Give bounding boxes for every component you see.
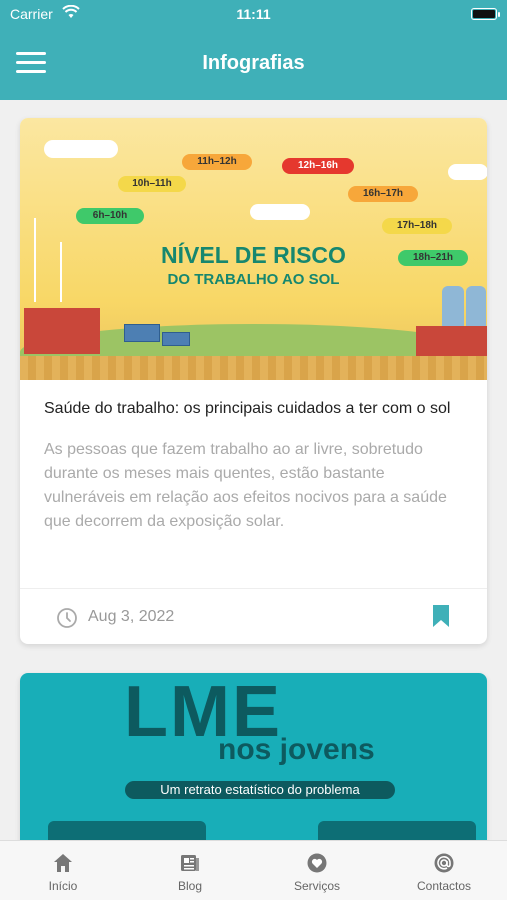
tab-label: Contactos bbox=[416, 879, 472, 893]
tab-contactos[interactable]: Contactos bbox=[381, 841, 507, 900]
wind-turbine-shape bbox=[60, 242, 62, 302]
status-bar: Carrier 11:11 bbox=[0, 0, 507, 28]
time-label-pill: 11h–12h bbox=[182, 154, 252, 170]
barn-shape bbox=[24, 308, 100, 354]
solar-panel-shape bbox=[162, 332, 190, 346]
card-footer: Aug 3, 2022 bbox=[20, 588, 487, 644]
infographic-image-sun-risk[interactable]: 6h–10h 10h–11h 11h–12h 12h–16h 16h–17h 1… bbox=[20, 118, 487, 380]
time-label-pill: 17h–18h bbox=[382, 218, 452, 234]
field-shape bbox=[20, 356, 487, 380]
home-icon bbox=[53, 853, 73, 873]
cloud-shape bbox=[250, 204, 310, 220]
tab-blog[interactable]: Blog bbox=[127, 841, 253, 900]
tab-label: Serviços bbox=[293, 879, 340, 893]
solar-panel-shape bbox=[124, 324, 160, 342]
time-label-pill: 6h–10h bbox=[76, 208, 144, 224]
page-title: Infografias bbox=[202, 52, 305, 74]
infographic-card[interactable]: 6h–10h 10h–11h 11h–12h 12h–16h 16h–17h 1… bbox=[20, 118, 487, 644]
tab-servicos[interactable]: Serviços bbox=[254, 841, 380, 900]
clock-icon bbox=[56, 607, 78, 634]
tab-inicio[interactable]: Início bbox=[0, 841, 126, 900]
battery-icon bbox=[471, 8, 500, 20]
infographic-card[interactable]: LME nos jovens Um retrato estatístico do… bbox=[20, 673, 487, 840]
time-label-pill: 10h–11h bbox=[118, 176, 186, 192]
cloud-shape bbox=[44, 140, 118, 158]
heart-icon bbox=[307, 853, 327, 873]
blog-icon bbox=[180, 853, 200, 873]
clock-time: 11:11 bbox=[236, 6, 271, 22]
barn-shape bbox=[416, 326, 487, 356]
time-label-pill: 12h–16h bbox=[282, 158, 354, 174]
tab-label: Início bbox=[48, 879, 78, 893]
time-label-pill: 16h–17h bbox=[348, 186, 418, 202]
bottom-tab-bar: Início Blog Serviços Contactos bbox=[0, 840, 507, 900]
publish-date: Aug 3, 2022 bbox=[88, 608, 175, 625]
card-title[interactable]: Saúde do trabalho: os principais cuidado… bbox=[44, 398, 463, 420]
infographic-subtitle: DO TRABALHO AO SOL bbox=[167, 271, 340, 288]
wind-turbine-shape bbox=[34, 218, 36, 302]
infographic-image-lme[interactable]: LME nos jovens Um retrato estatístico do… bbox=[20, 673, 487, 840]
infographic-title: NÍVEL DE RISCO bbox=[161, 242, 346, 268]
decorative-block bbox=[48, 821, 206, 840]
infographics-list[interactable]: 6h–10h 10h–11h 11h–12h 12h–16h 16h–17h 1… bbox=[0, 100, 507, 840]
cloud-shape bbox=[448, 164, 487, 180]
infographic-tagline: Um retrato estatístico do problema bbox=[125, 781, 395, 799]
tab-label: Blog bbox=[177, 879, 203, 893]
navigation-bar: Infografias bbox=[0, 28, 507, 100]
infographic-subtitle: nos jovens bbox=[218, 733, 375, 766]
bookmark-icon[interactable] bbox=[433, 605, 449, 632]
decorative-block bbox=[318, 821, 476, 840]
card-description: As pessoas que fazem trabalho ao ar livr… bbox=[44, 441, 447, 530]
at-icon bbox=[434, 853, 454, 873]
